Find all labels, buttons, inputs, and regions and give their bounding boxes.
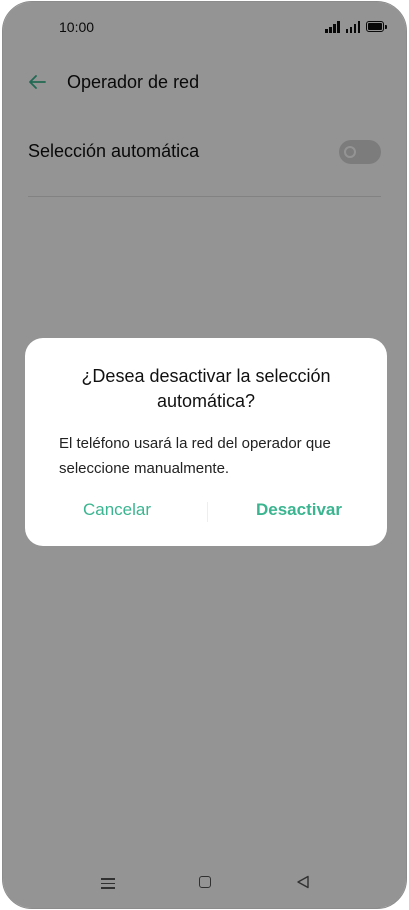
screen: 10:00 Operador de red Selección automáti… <box>3 2 406 908</box>
button-divider <box>207 502 208 522</box>
dialog-actions: Cancelar Desactivar <box>25 496 387 532</box>
confirm-dialog: ¿Desea desactivar la selección automátic… <box>25 338 387 546</box>
phone-frame: 10:00 Operador de red Selección automáti… <box>2 1 407 909</box>
cancel-button[interactable]: Cancelar <box>80 500 154 520</box>
dialog-title: ¿Desea desactivar la selección automátic… <box>81 366 331 411</box>
dialog-message: El teléfono usará la red del operador qu… <box>59 435 331 477</box>
deactivate-button[interactable]: Desactivar <box>249 500 349 520</box>
